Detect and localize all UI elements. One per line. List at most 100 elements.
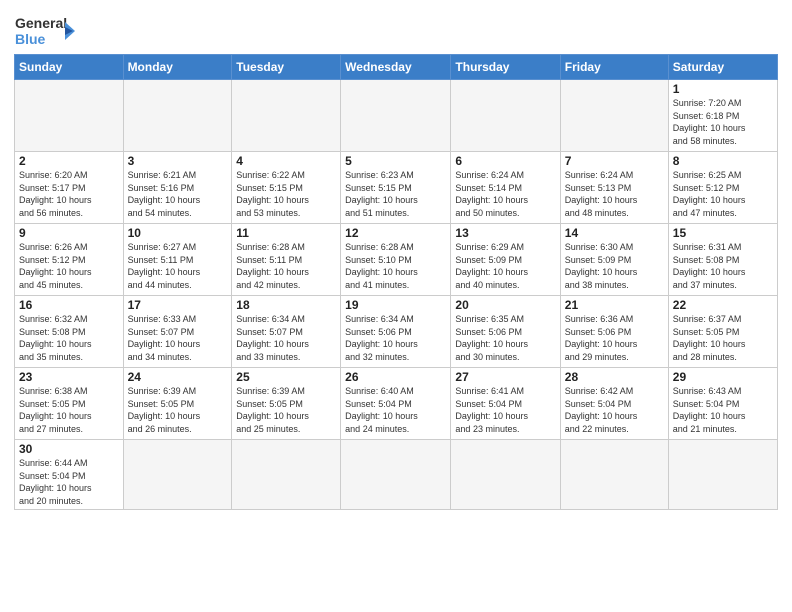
day-number: 29 xyxy=(673,370,773,384)
calendar-cell: 6Sunrise: 6:24 AM Sunset: 5:14 PM Daylig… xyxy=(451,152,560,224)
calendar-cell xyxy=(123,80,232,152)
calendar-cell: 30Sunrise: 6:44 AM Sunset: 5:04 PM Dayli… xyxy=(15,440,124,510)
calendar-cell xyxy=(451,80,560,152)
week-row-1: 2Sunrise: 6:20 AM Sunset: 5:17 PM Daylig… xyxy=(15,152,778,224)
calendar-cell xyxy=(232,80,341,152)
day-number: 4 xyxy=(236,154,336,168)
calendar-cell xyxy=(341,440,451,510)
week-row-4: 23Sunrise: 6:38 AM Sunset: 5:05 PM Dayli… xyxy=(15,368,778,440)
day-info: Sunrise: 6:39 AM Sunset: 5:05 PM Dayligh… xyxy=(128,385,228,435)
calendar-cell: 2Sunrise: 6:20 AM Sunset: 5:17 PM Daylig… xyxy=(15,152,124,224)
day-info: Sunrise: 6:31 AM Sunset: 5:08 PM Dayligh… xyxy=(673,241,773,291)
calendar-cell xyxy=(560,440,668,510)
day-number: 17 xyxy=(128,298,228,312)
calendar-header-row: SundayMondayTuesdayWednesdayThursdayFrid… xyxy=(15,55,778,80)
day-number: 8 xyxy=(673,154,773,168)
calendar-cell: 26Sunrise: 6:40 AM Sunset: 5:04 PM Dayli… xyxy=(341,368,451,440)
col-header-sunday: Sunday xyxy=(15,55,124,80)
calendar-cell: 27Sunrise: 6:41 AM Sunset: 5:04 PM Dayli… xyxy=(451,368,560,440)
day-number: 24 xyxy=(128,370,228,384)
day-number: 15 xyxy=(673,226,773,240)
day-info: Sunrise: 6:34 AM Sunset: 5:06 PM Dayligh… xyxy=(345,313,446,363)
calendar-cell: 22Sunrise: 6:37 AM Sunset: 5:05 PM Dayli… xyxy=(668,296,777,368)
day-info: Sunrise: 6:40 AM Sunset: 5:04 PM Dayligh… xyxy=(345,385,446,435)
col-header-thursday: Thursday xyxy=(451,55,560,80)
week-row-0: 1Sunrise: 7:20 AM Sunset: 6:18 PM Daylig… xyxy=(15,80,778,152)
calendar-cell: 16Sunrise: 6:32 AM Sunset: 5:08 PM Dayli… xyxy=(15,296,124,368)
day-number: 16 xyxy=(19,298,119,312)
day-info: Sunrise: 6:44 AM Sunset: 5:04 PM Dayligh… xyxy=(19,457,119,507)
day-info: Sunrise: 6:41 AM Sunset: 5:04 PM Dayligh… xyxy=(455,385,555,435)
day-info: Sunrise: 6:29 AM Sunset: 5:09 PM Dayligh… xyxy=(455,241,555,291)
col-header-monday: Monday xyxy=(123,55,232,80)
calendar-cell: 1Sunrise: 7:20 AM Sunset: 6:18 PM Daylig… xyxy=(668,80,777,152)
calendar-cell: 24Sunrise: 6:39 AM Sunset: 5:05 PM Dayli… xyxy=(123,368,232,440)
day-info: Sunrise: 6:25 AM Sunset: 5:12 PM Dayligh… xyxy=(673,169,773,219)
day-info: Sunrise: 6:22 AM Sunset: 5:15 PM Dayligh… xyxy=(236,169,336,219)
day-number: 30 xyxy=(19,442,119,456)
day-number: 5 xyxy=(345,154,446,168)
day-info: Sunrise: 6:23 AM Sunset: 5:15 PM Dayligh… xyxy=(345,169,446,219)
day-number: 12 xyxy=(345,226,446,240)
calendar-cell xyxy=(232,440,341,510)
calendar-cell xyxy=(451,440,560,510)
day-info: Sunrise: 6:42 AM Sunset: 5:04 PM Dayligh… xyxy=(565,385,664,435)
day-info: Sunrise: 6:30 AM Sunset: 5:09 PM Dayligh… xyxy=(565,241,664,291)
week-row-5: 30Sunrise: 6:44 AM Sunset: 5:04 PM Dayli… xyxy=(15,440,778,510)
calendar-cell: 29Sunrise: 6:43 AM Sunset: 5:04 PM Dayli… xyxy=(668,368,777,440)
col-header-friday: Friday xyxy=(560,55,668,80)
calendar-cell: 11Sunrise: 6:28 AM Sunset: 5:11 PM Dayli… xyxy=(232,224,341,296)
calendar-cell: 14Sunrise: 6:30 AM Sunset: 5:09 PM Dayli… xyxy=(560,224,668,296)
page: GeneralBlue SundayMondayTuesdayWednesday… xyxy=(0,0,792,612)
calendar-cell xyxy=(668,440,777,510)
day-number: 2 xyxy=(19,154,119,168)
day-info: Sunrise: 6:21 AM Sunset: 5:16 PM Dayligh… xyxy=(128,169,228,219)
calendar-cell: 7Sunrise: 6:24 AM Sunset: 5:13 PM Daylig… xyxy=(560,152,668,224)
day-info: Sunrise: 6:39 AM Sunset: 5:05 PM Dayligh… xyxy=(236,385,336,435)
day-number: 6 xyxy=(455,154,555,168)
day-number: 21 xyxy=(565,298,664,312)
day-number: 27 xyxy=(455,370,555,384)
day-info: Sunrise: 6:36 AM Sunset: 5:06 PM Dayligh… xyxy=(565,313,664,363)
day-number: 26 xyxy=(345,370,446,384)
calendar-cell xyxy=(560,80,668,152)
col-header-tuesday: Tuesday xyxy=(232,55,341,80)
day-info: Sunrise: 7:20 AM Sunset: 6:18 PM Dayligh… xyxy=(673,97,773,147)
calendar-cell: 25Sunrise: 6:39 AM Sunset: 5:05 PM Dayli… xyxy=(232,368,341,440)
calendar-cell: 15Sunrise: 6:31 AM Sunset: 5:08 PM Dayli… xyxy=(668,224,777,296)
day-number: 9 xyxy=(19,226,119,240)
logo-icon: GeneralBlue xyxy=(14,14,76,48)
day-number: 3 xyxy=(128,154,228,168)
calendar-cell: 8Sunrise: 6:25 AM Sunset: 5:12 PM Daylig… xyxy=(668,152,777,224)
day-number: 7 xyxy=(565,154,664,168)
week-row-2: 9Sunrise: 6:26 AM Sunset: 5:12 PM Daylig… xyxy=(15,224,778,296)
svg-text:Blue: Blue xyxy=(15,31,46,47)
day-number: 28 xyxy=(565,370,664,384)
calendar-cell: 18Sunrise: 6:34 AM Sunset: 5:07 PM Dayli… xyxy=(232,296,341,368)
calendar-cell: 19Sunrise: 6:34 AM Sunset: 5:06 PM Dayli… xyxy=(341,296,451,368)
calendar-cell xyxy=(15,80,124,152)
calendar-cell: 5Sunrise: 6:23 AM Sunset: 5:15 PM Daylig… xyxy=(341,152,451,224)
calendar-cell: 10Sunrise: 6:27 AM Sunset: 5:11 PM Dayli… xyxy=(123,224,232,296)
col-header-saturday: Saturday xyxy=(668,55,777,80)
day-number: 13 xyxy=(455,226,555,240)
calendar-cell: 17Sunrise: 6:33 AM Sunset: 5:07 PM Dayli… xyxy=(123,296,232,368)
calendar-cell: 9Sunrise: 6:26 AM Sunset: 5:12 PM Daylig… xyxy=(15,224,124,296)
day-info: Sunrise: 6:35 AM Sunset: 5:06 PM Dayligh… xyxy=(455,313,555,363)
day-info: Sunrise: 6:43 AM Sunset: 5:04 PM Dayligh… xyxy=(673,385,773,435)
day-number: 10 xyxy=(128,226,228,240)
day-info: Sunrise: 6:38 AM Sunset: 5:05 PM Dayligh… xyxy=(19,385,119,435)
calendar-cell: 13Sunrise: 6:29 AM Sunset: 5:09 PM Dayli… xyxy=(451,224,560,296)
calendar-cell: 23Sunrise: 6:38 AM Sunset: 5:05 PM Dayli… xyxy=(15,368,124,440)
calendar-cell: 20Sunrise: 6:35 AM Sunset: 5:06 PM Dayli… xyxy=(451,296,560,368)
calendar-cell: 28Sunrise: 6:42 AM Sunset: 5:04 PM Dayli… xyxy=(560,368,668,440)
day-info: Sunrise: 6:32 AM Sunset: 5:08 PM Dayligh… xyxy=(19,313,119,363)
calendar-cell xyxy=(341,80,451,152)
day-number: 18 xyxy=(236,298,336,312)
logo: GeneralBlue xyxy=(14,10,76,48)
day-info: Sunrise: 6:27 AM Sunset: 5:11 PM Dayligh… xyxy=(128,241,228,291)
day-number: 23 xyxy=(19,370,119,384)
week-row-3: 16Sunrise: 6:32 AM Sunset: 5:08 PM Dayli… xyxy=(15,296,778,368)
day-number: 20 xyxy=(455,298,555,312)
day-info: Sunrise: 6:24 AM Sunset: 5:13 PM Dayligh… xyxy=(565,169,664,219)
